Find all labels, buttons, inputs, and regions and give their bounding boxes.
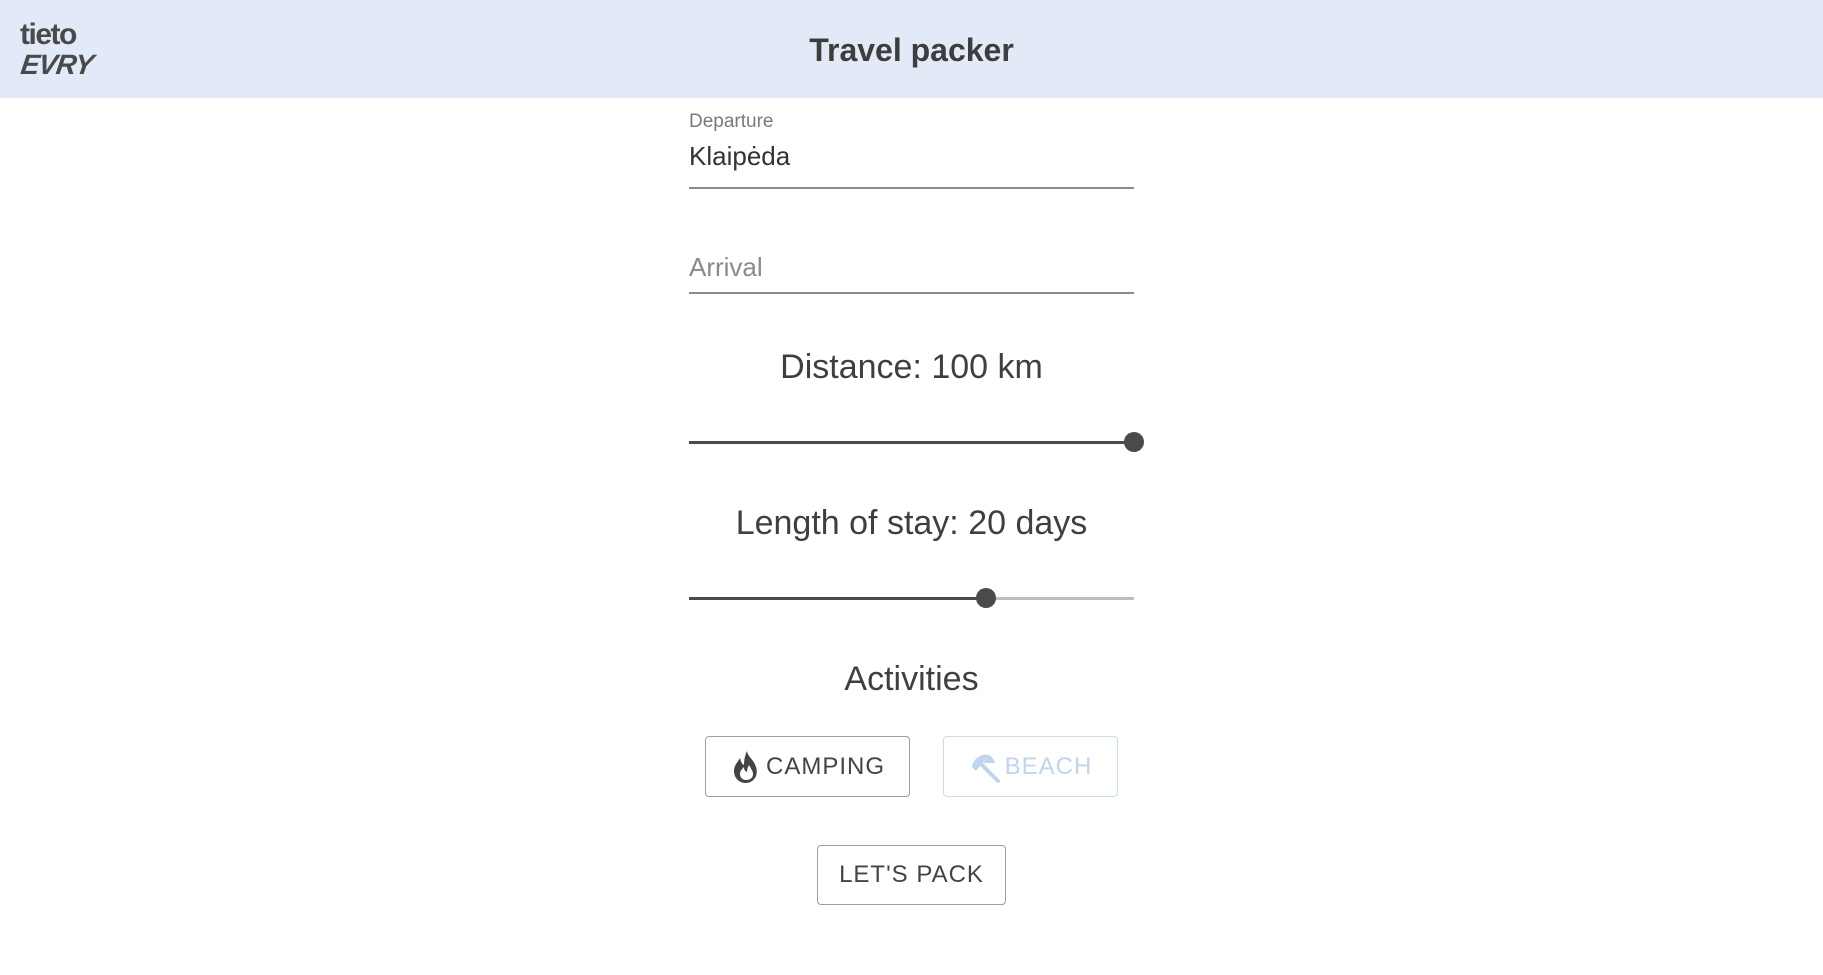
stay-slider-thumb[interactable] <box>976 588 996 608</box>
departure-underline <box>689 187 1134 189</box>
stay-slider-track <box>689 597 986 600</box>
lets-pack-button[interactable]: LET'S PACK <box>817 845 1006 905</box>
beach-umbrella-icon <box>969 749 1001 785</box>
camping-button-label: CAMPING <box>765 752 885 780</box>
stay-slider[interactable] <box>689 586 1134 610</box>
distance-slider-track <box>689 441 1134 444</box>
arrival-underline <box>689 292 1134 294</box>
departure-label: Departure <box>689 111 774 132</box>
camping-button[interactable]: CAMPING <box>705 736 910 797</box>
distance-slider[interactable] <box>689 430 1144 454</box>
activities-heading: Activities <box>844 660 979 698</box>
distance-slider-thumb[interactable] <box>1124 432 1144 452</box>
page-title: Travel packer <box>809 32 1014 68</box>
lets-pack-button-label: LET'S PACK <box>839 861 984 888</box>
beach-button-label: BEACH <box>1004 752 1093 780</box>
arrival-field[interactable]: Arrival <box>689 251 1134 296</box>
distance-label: Distance: 100 km <box>780 348 1043 386</box>
stay-label: Length of stay: 20 days <box>735 504 1088 542</box>
departure-input-value[interactable]: Klaipėda <box>689 140 1134 172</box>
beach-button[interactable]: BEACH <box>943 736 1118 797</box>
fire-icon <box>730 749 762 785</box>
departure-field[interactable]: Departure Klaipėda <box>689 111 1134 191</box>
arrival-placeholder[interactable]: Arrival <box>689 251 1134 283</box>
app-header: tieto EVRY Travel packer <box>0 0 1823 98</box>
